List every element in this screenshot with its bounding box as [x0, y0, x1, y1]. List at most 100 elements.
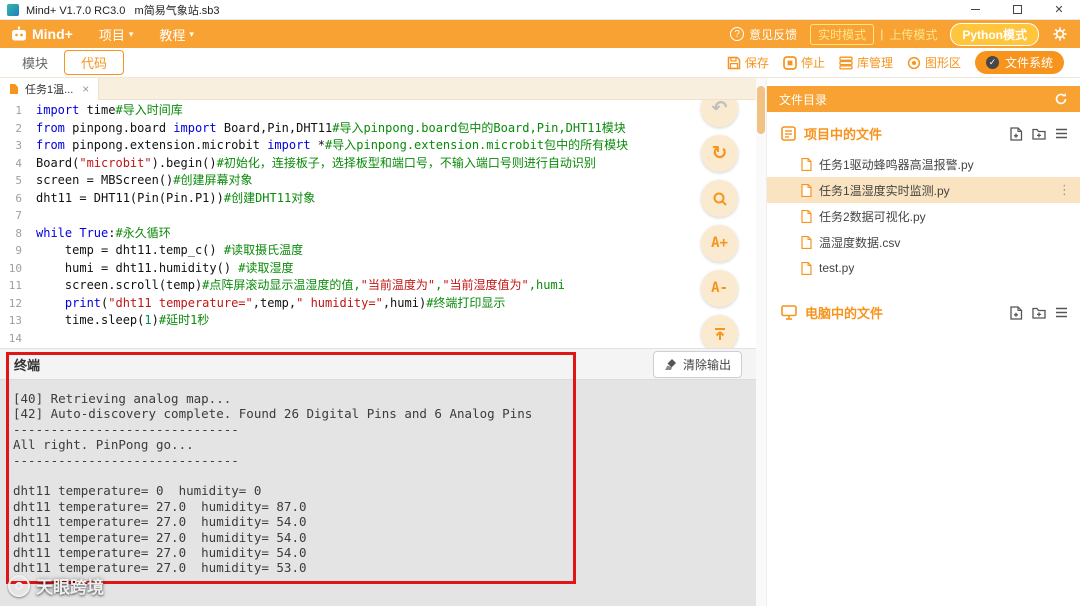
font-decrease-button[interactable]: A-	[701, 270, 738, 307]
code-line: 9 temp = dht11.temp_c() #读取摄氏温度	[0, 242, 756, 260]
help-icon: ?	[730, 27, 745, 41]
menu-project-label: 项目	[98, 27, 125, 43]
search-button[interactable]	[701, 180, 738, 217]
terminal-line: ------------------------------	[13, 421, 239, 437]
line-number: 7	[15, 209, 22, 222]
save-label: 保存	[744, 56, 769, 70]
library-label: 库管理	[856, 56, 893, 70]
computer-icon	[781, 305, 797, 320]
new-folder-icon[interactable]	[1032, 128, 1046, 140]
new-file-icon[interactable]	[1010, 126, 1023, 141]
python-mode-button[interactable]: Python模式	[950, 22, 1039, 46]
main-area: 任务1温... × 1 import time#导入时间库 2 from pinpon…	[0, 78, 1080, 606]
app-icon	[7, 3, 19, 16]
project-files-icon	[781, 126, 796, 141]
code-line: 14	[0, 330, 756, 348]
tab-modules[interactable]: 模块	[14, 50, 56, 75]
terminal-line: ------------------------------	[13, 452, 239, 468]
feedback-button[interactable]: ? 意见反馈	[730, 26, 797, 43]
feedback-label: 意见反馈	[749, 27, 798, 42]
new-folder-icon[interactable]	[1032, 307, 1046, 319]
menu-project[interactable]: 项目 ▾	[99, 25, 134, 44]
stop-button[interactable]: 停止	[783, 54, 825, 71]
toolbar-actions: 保存 停止 库管理 图形区 ✓ 文件系统	[727, 51, 1064, 74]
file-icon	[10, 84, 18, 94]
list-menu-icon[interactable]	[1055, 307, 1068, 318]
undo-icon: ↶	[711, 100, 728, 119]
editor-column: 任务1温... × 1 import time#导入时间库 2 from pinpon…	[0, 78, 756, 606]
library-manager-button[interactable]: 库管理	[839, 54, 893, 71]
code-line: 3 from pinpong.extension.microbit import …	[0, 137, 756, 155]
window-controls: ✕	[954, 0, 1080, 19]
file-name: 任务1温湿度实时监测.py	[819, 183, 950, 198]
realtime-mode-button[interactable]: 实时模式	[810, 23, 875, 45]
editor-tab[interactable]: 任务1温... ×	[0, 78, 100, 100]
terminal-line: dht11 temperature= 27.0 humidity= 53.0	[13, 560, 307, 576]
settings-button[interactable]	[1052, 26, 1068, 42]
font-increase-button[interactable]: A+	[701, 225, 738, 262]
redo-button[interactable]: ↻	[701, 135, 738, 172]
upload-mode-button[interactable]: 上传模式	[889, 26, 937, 43]
code-line: 11 screen.scroll(temp)#点阵屏滚动显示温湿度的值,"当前温…	[0, 277, 756, 295]
graphics-area-button[interactable]: 图形区	[907, 54, 961, 71]
maximize-button[interactable]	[996, 0, 1038, 19]
window-title: Mind+ V1.7.0 RC3.0 m简易气象站.sb3	[26, 4, 220, 17]
file-item[interactable]: 任务1温湿度实时监测.py ⋮	[767, 177, 1080, 203]
save-button[interactable]: 保存	[727, 54, 769, 71]
close-button[interactable]: ✕	[1038, 0, 1080, 19]
project-files-section: 项目中的文件	[767, 112, 1080, 151]
list-menu-icon[interactable]	[1055, 128, 1068, 139]
code-line: 2 from pinpong.board import Board,Pin,DHT…	[0, 120, 756, 138]
file-item[interactable]: 任务2数据可视化.py	[767, 203, 1080, 229]
scrollbar-thumb[interactable]	[757, 86, 765, 134]
save-icon	[727, 56, 741, 69]
editor-tab-title: 任务1温...	[25, 84, 74, 96]
terminal-line: dht11 temperature= 0 humidity= 0	[13, 483, 262, 499]
collapse-top-icon	[714, 327, 725, 340]
toolbar: 模块 代码 保存 停止 库管理 图形区 ✓ 文件系统	[0, 48, 1080, 78]
terminal-line: [40] Retrieving analog map...	[13, 391, 232, 406]
minimize-button[interactable]	[954, 0, 996, 19]
redo-icon: ↻	[711, 141, 728, 164]
line-number: 1	[15, 104, 22, 117]
file-name: 任务2数据可视化.py	[819, 209, 926, 224]
file-item[interactable]: test.py	[767, 255, 1080, 281]
line-number: 8	[15, 226, 22, 240]
menu-tutorial[interactable]: 教程 ▾	[159, 25, 194, 44]
mode-separator: |	[880, 27, 884, 41]
terminal-line: dht11 temperature= 27.0 humidity= 54.0	[13, 545, 307, 561]
line-number: 11	[8, 279, 22, 292]
terminal-line: dht11 temperature= 27.0 humidity= 87.0	[13, 498, 307, 514]
tab-code[interactable]: 代码	[64, 50, 125, 75]
terminal-output[interactable]: [40] Retrieving analog map... [42] Auto-d…	[0, 380, 756, 606]
new-file-icon[interactable]	[1010, 305, 1023, 320]
project-files-title: 项目中的文件	[804, 127, 883, 142]
refresh-button[interactable]	[1054, 92, 1068, 106]
mindplus-window: Mind+ V1.7.0 RC3.0 m简易气象站.sb3 ✕ Mind+ 项目…	[0, 0, 1080, 606]
vertical-scrollbar[interactable]	[756, 78, 766, 606]
collapse-top-button[interactable]	[701, 315, 738, 348]
code-editor[interactable]: 1 import time#导入时间库 2 from pinpong.board im…	[0, 100, 756, 348]
file-icon	[801, 261, 812, 275]
clear-output-button[interactable]: 清除输出	[652, 350, 742, 378]
file-icon	[801, 157, 812, 171]
project-files-actions	[1010, 126, 1068, 141]
file-system-label: 文件系统	[1004, 56, 1053, 70]
undo-button[interactable]: ↶	[701, 100, 738, 127]
terminal-line: dht11 temperature= 27.0 humidity= 54.0	[13, 514, 307, 530]
file-menu-icon[interactable]: ⋮	[1058, 182, 1071, 198]
mindplus-logo[interactable]: Mind+	[10, 26, 73, 42]
file-system-button[interactable]: ✓ 文件系统	[974, 51, 1064, 74]
watermark-text: 天眼跨境	[36, 578, 104, 597]
mode-toggle: 实时模式 | 上传模式	[810, 23, 937, 45]
tab-close-icon[interactable]: ×	[82, 82, 89, 96]
stop-icon	[783, 55, 797, 70]
clear-output-label: 清除输出	[682, 357, 731, 372]
minimize-icon	[970, 9, 980, 10]
robot-icon	[12, 26, 26, 41]
file-item[interactable]: 任务1驱动蜂鸣器高温报警.py	[767, 151, 1080, 177]
file-item[interactable]: 温湿度数据.csv	[767, 229, 1080, 255]
editor-float-buttons: ↶ ↻ A+ A-	[701, 100, 738, 348]
code-line: 6 dht11 = DHT11(Pin(Pin.P1))#创建DHT11对象	[0, 190, 756, 208]
logo-text: Mind+	[32, 26, 73, 42]
